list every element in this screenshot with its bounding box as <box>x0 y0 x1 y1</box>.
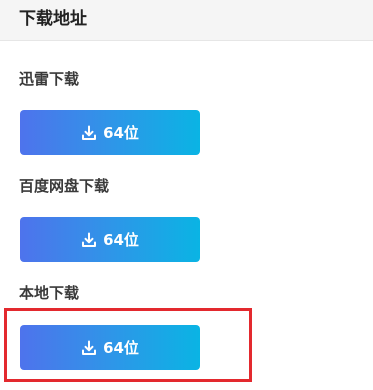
button-label: 64位 <box>103 123 139 142</box>
download-icon <box>81 232 97 248</box>
button-label: 64位 <box>103 338 139 357</box>
local-download-64bit-button[interactable]: 64位 <box>20 325 200 370</box>
section-label-local: 本地下载 <box>19 284 80 302</box>
section-label-baidu-netdisk: 百度网盘下载 <box>19 177 110 195</box>
panel-header: 下载地址 <box>0 0 373 41</box>
section-label-xunlei: 迅雷下载 <box>19 70 80 88</box>
download-icon <box>81 340 97 356</box>
baidu-netdisk-download-64bit-button[interactable]: 64位 <box>20 217 200 262</box>
panel-title: 下载地址 <box>19 9 87 29</box>
download-icon <box>81 125 97 141</box>
button-label: 64位 <box>103 230 139 249</box>
download-panel: 下载地址 迅雷下载 64位 百度网盘下载 64位 本地下载 64位 <box>0 0 373 390</box>
xunlei-download-64bit-button[interactable]: 64位 <box>20 110 200 155</box>
